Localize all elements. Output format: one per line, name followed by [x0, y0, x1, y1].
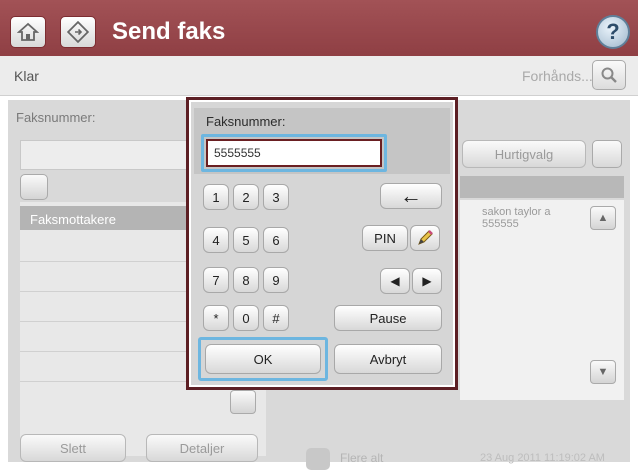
pencil-button[interactable] [410, 225, 440, 251]
key-3[interactable]: 3 [263, 184, 289, 210]
backspace-icon: ← [400, 183, 422, 208]
cancel-button[interactable]: Avbryt [334, 344, 442, 374]
key-8[interactable]: 8 [233, 267, 259, 293]
pause-button[interactable]: Pause [334, 305, 442, 331]
chevron-down-icon[interactable] [230, 390, 256, 414]
more-options-icon[interactable] [306, 448, 330, 470]
chevron-down-icon[interactable]: ▼ [590, 360, 616, 384]
key-4[interactable]: 4 [203, 227, 229, 253]
more-options-label[interactable]: Flere alt [340, 451, 383, 465]
send-fax-icon [60, 16, 96, 48]
recipients-header: Faksmottakere [30, 212, 116, 227]
key-5[interactable]: 5 [233, 227, 259, 253]
left-arrow-button[interactable]: ◀ [380, 268, 410, 294]
delete-button[interactable]: Slett [20, 434, 126, 462]
key-star[interactable]: * [203, 305, 229, 331]
help-icon: ? [606, 19, 620, 44]
status-text: Klar [14, 68, 39, 84]
contact-list-header [460, 176, 624, 198]
key-0[interactable]: 0 [233, 305, 259, 331]
download-icon[interactable] [20, 174, 48, 200]
magnifier-icon [601, 67, 617, 83]
details-button[interactable]: Detaljer [146, 434, 258, 462]
ok-button[interactable]: OK [205, 344, 321, 374]
help-button[interactable]: ? [596, 15, 630, 49]
fax-number-label: Faksnummer: [16, 110, 96, 125]
pin-button[interactable]: PIN [362, 225, 408, 251]
backspace-button[interactable]: ← [380, 183, 442, 209]
pencil-icon [418, 230, 433, 245]
right-arrow-button[interactable]: ▶ [412, 268, 442, 294]
preview-button[interactable] [592, 60, 626, 90]
speed-dial-button[interactable]: Hurtigvalg [462, 140, 586, 168]
chevron-up-icon[interactable]: ▲ [590, 206, 616, 230]
key-7[interactable]: 7 [203, 267, 229, 293]
key-hash[interactable]: # [263, 305, 289, 331]
key-2[interactable]: 2 [233, 184, 259, 210]
timestamp: 23 Aug 2011 11:19:02 AM [480, 452, 605, 464]
page-title: Send faks [112, 18, 226, 45]
search-icon[interactable] [592, 140, 622, 168]
key-6[interactable]: 6 [263, 227, 289, 253]
dialog-title: Faksnummer: [206, 114, 286, 129]
key-9[interactable]: 9 [263, 267, 289, 293]
home-button[interactable] [10, 16, 46, 48]
fax-number-input[interactable] [206, 139, 382, 167]
key-1[interactable]: 1 [203, 184, 229, 210]
preview-label: Forhånds... [522, 68, 593, 84]
contact-item[interactable]: sakon taylor a 555555 [482, 206, 572, 230]
home-icon [17, 22, 39, 41]
